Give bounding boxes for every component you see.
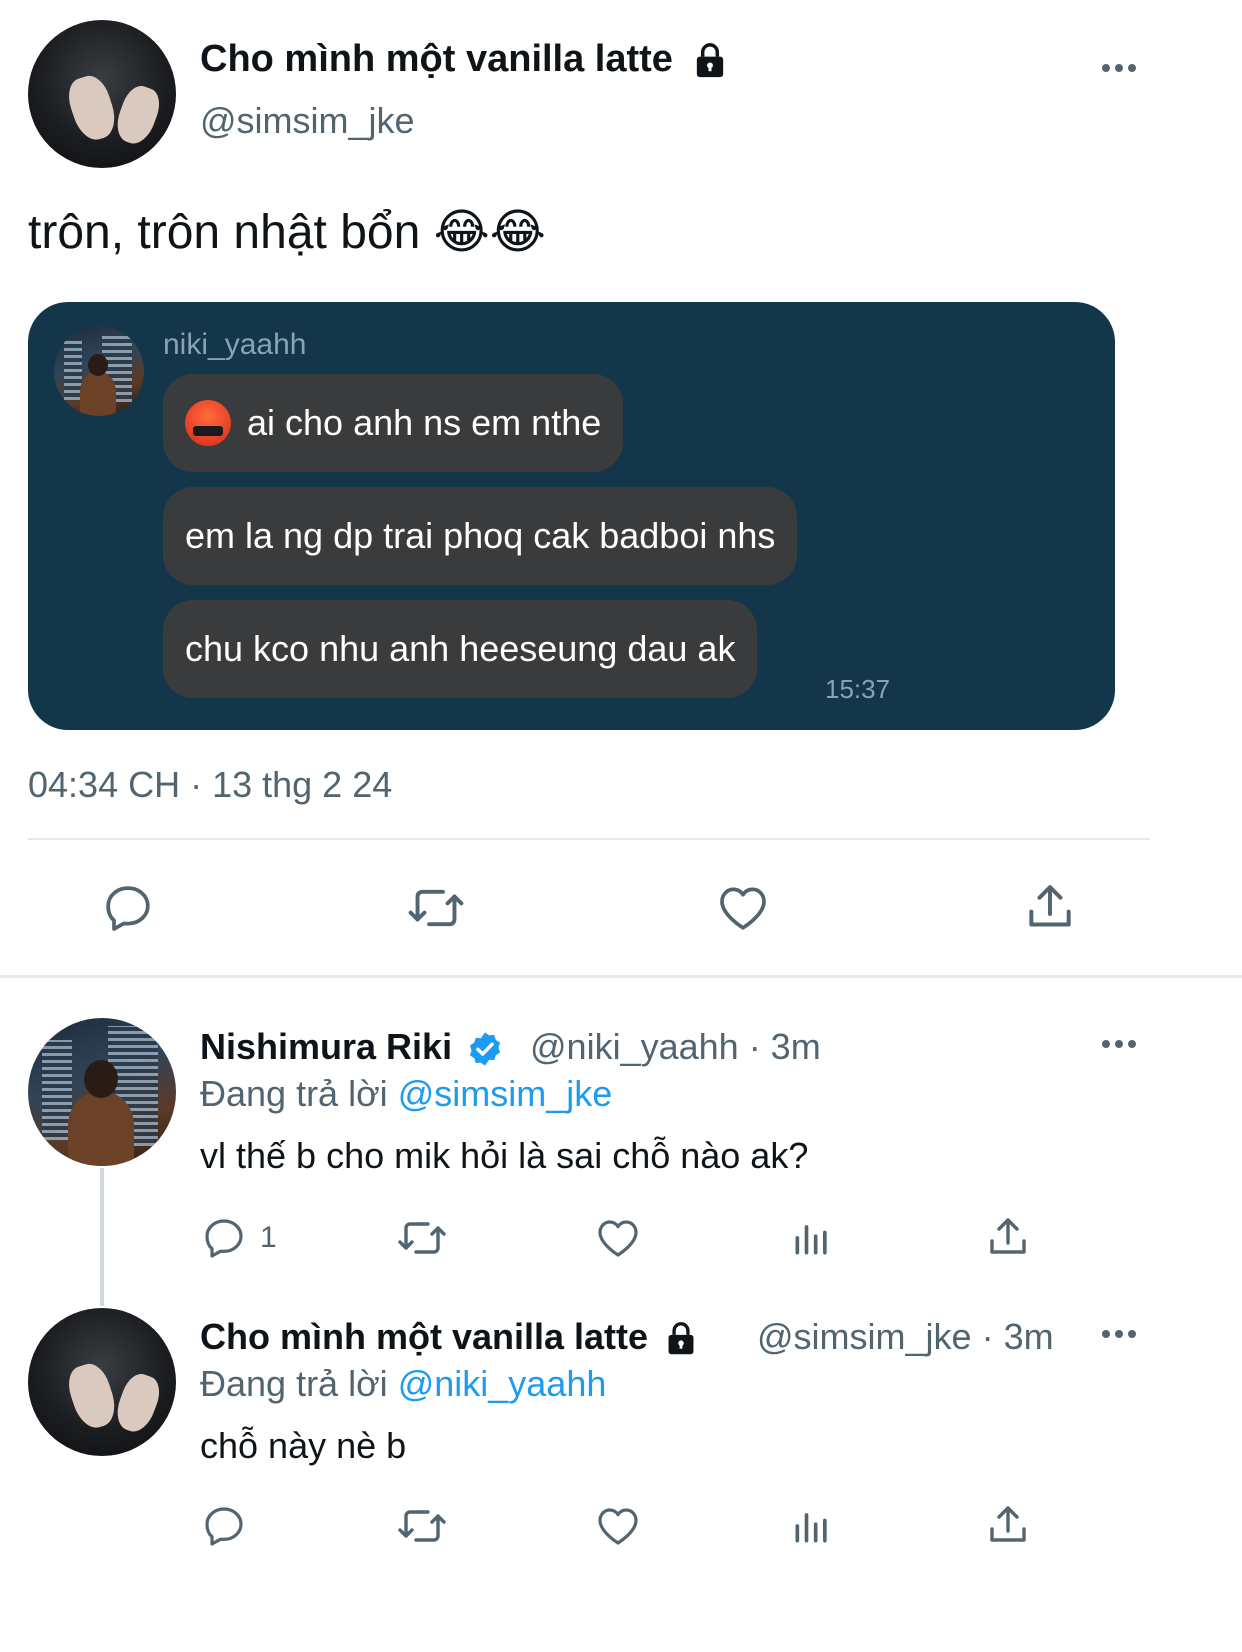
- like-button[interactable]: [594, 1214, 642, 1262]
- author-handle[interactable]: @simsim_jke: [200, 100, 415, 142]
- tweet-timestamp[interactable]: 04:34 CH · 13 thg 2 24: [28, 764, 392, 806]
- chat-message: ai cho anh ns em nthe: [163, 374, 624, 472]
- reply-icon: [106, 886, 150, 931]
- retweet-icon: [408, 889, 464, 927]
- reply-button[interactable]: 1: [200, 1214, 277, 1262]
- retweet-button[interactable]: [406, 880, 466, 936]
- like-icon: [720, 887, 766, 930]
- tweet-text: chỗ này nè b: [200, 1425, 407, 1466]
- author-avatar[interactable]: [28, 1018, 176, 1166]
- views-icon: [795, 1513, 827, 1543]
- share-button[interactable]: [984, 1500, 1032, 1550]
- author-name[interactable]: Cho mình một vanilla latte: [200, 1316, 698, 1358]
- share-icon: [1029, 885, 1071, 927]
- reply-count: 1: [260, 1221, 277, 1254]
- chat-avatar: [54, 326, 144, 416]
- divider: [28, 838, 1150, 840]
- tweet-text: trôn, trôn nhật bổn 😂😂: [28, 206, 546, 259]
- author-avatar[interactable]: [28, 1308, 176, 1456]
- retweet-button[interactable]: [396, 1214, 448, 1262]
- chat-sender-name: niki_yaahh: [163, 328, 307, 361]
- reply-icon: [205, 1507, 243, 1546]
- views-button[interactable]: [790, 1502, 834, 1550]
- thread-line: [100, 1168, 104, 1306]
- mention-link[interactable]: @niki_yaahh: [398, 1363, 607, 1404]
- more-icon[interactable]: [1102, 1330, 1136, 1338]
- attached-image[interactable]: niki_yaahh ai cho anh ns em nthe em la n…: [28, 302, 1115, 730]
- chat-message: chu kco nhu anh heeseung dau ak: [163, 600, 758, 698]
- author-handle-and-age[interactable]: @niki_yaahh · 3m: [530, 1026, 821, 1068]
- angry-face-icon: [185, 400, 231, 446]
- chat-message: em la ng dp trai phoq cak badboi nhs: [163, 487, 798, 585]
- like-button[interactable]: [714, 880, 772, 936]
- lock-icon: [668, 1322, 694, 1355]
- views-icon: [795, 1225, 827, 1255]
- views-button[interactable]: [790, 1214, 834, 1262]
- author-name[interactable]: Nishimura Riki: [200, 1026, 504, 1068]
- mention-link[interactable]: @simsim_jke: [398, 1073, 613, 1114]
- retweet-icon: [398, 1510, 446, 1542]
- like-button[interactable]: [594, 1502, 642, 1550]
- share-icon: [990, 1218, 1026, 1254]
- share-icon: [990, 1506, 1026, 1542]
- retweet-button[interactable]: [396, 1502, 448, 1550]
- author-handle-and-age[interactable]: @simsim_jke · 3m: [757, 1316, 1054, 1358]
- like-icon: [598, 1508, 638, 1545]
- replying-to: Đang trả lời @niki_yaahh: [200, 1363, 607, 1404]
- retweet-icon: [398, 1222, 446, 1254]
- reply-icon: [205, 1219, 243, 1258]
- replying-to: Đang trả lời @simsim_jke: [200, 1073, 613, 1114]
- share-button[interactable]: [984, 1212, 1032, 1262]
- reply-button[interactable]: [100, 880, 156, 936]
- lock-icon: [696, 43, 723, 78]
- author-name[interactable]: Cho mình một vanilla latte: [200, 38, 728, 81]
- reply-button[interactable]: [200, 1502, 248, 1550]
- more-icon[interactable]: [1102, 64, 1136, 72]
- verified-badge-icon: [470, 1032, 501, 1067]
- more-icon[interactable]: [1102, 1040, 1136, 1048]
- share-button[interactable]: [1022, 878, 1078, 936]
- like-icon: [598, 1220, 638, 1257]
- author-avatar[interactable]: [28, 20, 176, 168]
- chat-time: 15:37: [825, 674, 891, 704]
- section-divider: [0, 975, 1242, 978]
- tweet-text: vl thế b cho mik hỏi là sai chỗ nào ak?: [200, 1135, 809, 1176]
